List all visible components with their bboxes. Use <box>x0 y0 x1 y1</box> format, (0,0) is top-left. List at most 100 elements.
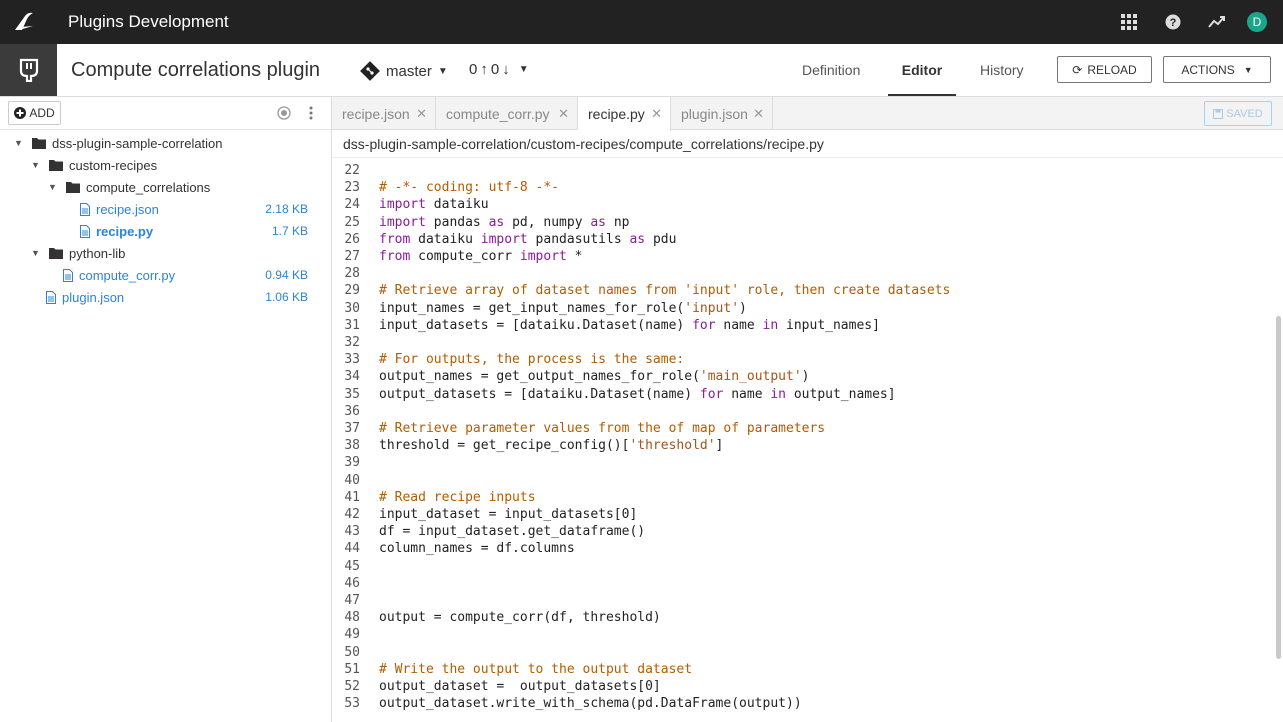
close-icon[interactable]: ✕ <box>753 106 764 122</box>
line-number: 52 <box>344 679 360 694</box>
caret-down-icon: ▼ <box>518 64 529 75</box>
file-size: 2.18 KB <box>265 202 308 216</box>
caret-down-icon: ▼ <box>1243 64 1253 75</box>
code-area[interactable]: 22 23 # -*- coding: utf-8 -*- 24 import data… <box>332 158 1283 722</box>
close-icon[interactable]: ✕ <box>416 106 427 122</box>
folder-icon <box>49 159 63 171</box>
line-number: 39 <box>344 455 360 471</box>
file-icon <box>80 224 90 238</box>
code-line[interactable]: # Read recipe inputs <box>379 489 536 506</box>
ahead-count: 0 <box>469 61 478 78</box>
line-number: 27 <box>344 249 360 264</box>
tree-item-label: compute_corr.py <box>79 267 176 283</box>
close-icon[interactable]: ✕ <box>651 106 662 122</box>
git-branch-icon <box>360 61 380 81</box>
line-number: 26 <box>344 231 360 247</box>
line-number: 49 <box>344 627 360 643</box>
code-line[interactable]: column_names = df.columns <box>379 540 575 557</box>
code-line[interactable]: # -*- coding: utf-8 -*- <box>379 179 559 196</box>
reload-button[interactable]: ⟳ RELOAD <box>1057 56 1152 83</box>
saved-button[interactable]: SAVED <box>1204 101 1272 126</box>
close-icon[interactable]: ✕ <box>558 106 569 122</box>
code-line[interactable]: # Retrieve array of dataset names from '… <box>379 282 950 299</box>
code-line[interactable]: df = input_dataset.get_dataframe() <box>379 523 645 540</box>
code-line[interactable]: from dataiku import pandasutils as pdu <box>379 231 676 248</box>
code-line[interactable]: input_dataset = input_datasets[0] <box>379 506 637 523</box>
tab-definition[interactable]: Definition <box>802 44 860 96</box>
line-number: 30 <box>344 300 360 316</box>
code-line[interactable]: output_dataset = output_datasets[0] <box>379 678 661 695</box>
line-number: 36 <box>344 403 360 419</box>
line-number: 43 <box>344 524 360 540</box>
file-size: 1.7 KB <box>271 224 308 238</box>
plus-circle-icon <box>14 107 27 119</box>
code-editor-panel: recipe.json ✕ compute_corr.py ✕ recipe.py ✕… <box>332 97 1283 722</box>
refresh-icon: ⟳ <box>1072 62 1083 77</box>
plugin-header: Compute correlations plugin master ▼ 0 ↑… <box>0 44 1283 97</box>
code-line[interactable]: threshold = get_recipe_config()['thresho… <box>379 437 723 454</box>
dataiku-logo-icon[interactable] <box>0 0 48 44</box>
code-line[interactable]: # Retrieve parameter values from the of … <box>379 420 825 437</box>
editor-tab-recipe-json[interactable]: recipe.json ✕ <box>332 97 436 130</box>
code-line[interactable]: input_names = get_input_names_for_role('… <box>379 300 747 317</box>
code-line[interactable]: output = compute_corr(df, threshold) <box>379 609 661 626</box>
code-line[interactable]: from compute_corr import * <box>379 248 583 265</box>
tab-editor[interactable]: Editor <box>888 44 956 96</box>
line-number: 32 <box>344 335 360 350</box>
activity-trend-icon[interactable] <box>1195 0 1239 44</box>
file-path: dss-plugin-sample-correlation/custom-rec… <box>332 130 1283 158</box>
more-vertical-icon[interactable] <box>309 106 313 125</box>
tree-folder-item[interactable]: ▼ dss-plugin-sample-correlation <box>0 132 331 154</box>
tree-file-item[interactable]: recipe.json 2.18 KB <box>0 198 331 220</box>
line-number: 24 <box>344 197 360 213</box>
line-number: 40 <box>344 472 360 488</box>
line-number: 50 <box>344 644 360 660</box>
tab-history[interactable]: History <box>980 44 1024 96</box>
code-line[interactable]: output_names = get_output_names_for_role… <box>379 368 809 385</box>
tree-folder-item[interactable]: ▼ custom-recipes <box>0 154 331 176</box>
line-number: 41 <box>344 489 360 505</box>
editor-tab-plugin-json[interactable]: plugin.json ✕ <box>671 97 773 130</box>
top-bar: Plugins Development ? D <box>0 0 1283 44</box>
line-number: 44 <box>344 541 360 557</box>
editor-tab-recipe-py[interactable]: recipe.py ✕ <box>578 97 671 131</box>
tree-item-label: compute_correlations <box>86 179 211 195</box>
code-line[interactable]: output_datasets = [dataiku.Dataset(name)… <box>379 386 896 403</box>
caret-down-icon[interactable]: ▼ <box>14 138 26 148</box>
editor-scrollbar[interactable] <box>1276 316 1281 659</box>
tree-item-label: dss-plugin-sample-correlation <box>52 135 223 151</box>
tree-folder-item[interactable]: ▼ python-lib <box>0 242 331 264</box>
actions-button[interactable]: ACTIONS ▼ <box>1163 56 1271 83</box>
caret-down-icon[interactable]: ▼ <box>48 182 60 192</box>
commit-status-selector[interactable]: 0 ↑ 0 ↓ ▼ <box>469 61 529 78</box>
add-button[interactable]: ADD <box>8 101 61 125</box>
tree-file-item[interactable]: recipe.py 1.7 KB <box>0 220 331 242</box>
file-icon <box>46 290 56 304</box>
line-number: 34 <box>344 369 360 385</box>
caret-down-icon[interactable]: ▼ <box>31 248 43 258</box>
branch-selector[interactable]: master ▼ <box>360 61 448 81</box>
svg-text:?: ? <box>1170 17 1177 29</box>
plugin-icon <box>0 44 57 96</box>
tree-file-item[interactable]: plugin.json 1.06 KB <box>0 286 331 308</box>
save-icon <box>1213 108 1224 119</box>
code-line[interactable]: # For outputs, the process is the same: <box>379 351 684 368</box>
code-line[interactable]: input_datasets = [dataiku.Dataset(name) … <box>379 317 880 334</box>
tree-folder-item[interactable]: ▼ compute_correlations <box>0 176 331 198</box>
target-icon[interactable] <box>277 106 291 125</box>
code-line[interactable]: output_dataset.write_with_schema(pd.Data… <box>379 695 802 712</box>
tree-file-item[interactable]: compute_corr.py 0.94 KB <box>0 264 331 286</box>
line-number: 51 <box>344 661 360 677</box>
file-explorer: ADD ▼ dss-plugin-sample-correlation ▼ custo… <box>0 97 332 722</box>
editor-tab-compute-corr-py[interactable]: compute_corr.py ✕ <box>436 97 578 130</box>
help-icon[interactable]: ? <box>1151 0 1195 44</box>
line-number: 23 <box>344 180 360 196</box>
code-line[interactable]: import dataiku <box>379 196 489 213</box>
caret-down-icon[interactable]: ▼ <box>31 160 43 170</box>
apps-grid-icon[interactable] <box>1107 0 1151 44</box>
line-number: 47 <box>344 593 360 608</box>
code-line[interactable]: import pandas as pd, numpy as np <box>379 214 629 231</box>
folder-icon <box>32 137 46 149</box>
user-avatar[interactable]: D <box>1247 12 1267 32</box>
code-line[interactable]: # Write the output to the output dataset <box>379 661 692 678</box>
